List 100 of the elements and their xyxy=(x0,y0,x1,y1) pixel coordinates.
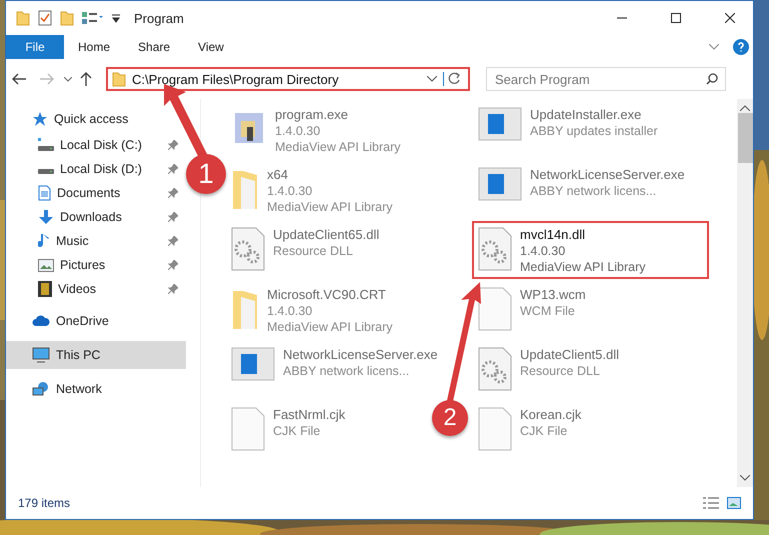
back-arrow-icon[interactable] xyxy=(12,73,26,85)
file-detail: Resource DLL xyxy=(520,363,601,379)
gears-file-icon xyxy=(478,227,512,271)
file-detail: 1.4.0.30 xyxy=(267,183,314,199)
file-item[interactable]: UpdateInstaller.exe ABBY updates installer xyxy=(472,101,666,159)
down-arrow-icon xyxy=(38,209,54,225)
maximize-icon xyxy=(671,13,681,23)
file-item[interactable]: Korean.cjk CJK File xyxy=(472,401,590,459)
file-detail: MediaView API Library xyxy=(267,199,393,215)
gears-file-icon xyxy=(231,227,265,271)
ribbon-tab[interactable]: Share xyxy=(124,35,184,59)
picture-icon xyxy=(38,258,54,272)
details-view-icon[interactable] xyxy=(703,497,719,509)
file-name: Microsoft.VC90.CRT xyxy=(267,287,387,303)
film-icon xyxy=(38,281,52,297)
search-field[interactable]: Search Program xyxy=(486,67,726,91)
file-item[interactable]: Microsoft.VC90.CRT 1.4.0.30 MediaView API Library xyxy=(225,281,401,339)
ribbon-tab[interactable]: Home xyxy=(64,35,124,59)
sidebar-item[interactable]: Quick access xyxy=(6,105,186,133)
sidebar-item[interactable]: Local Disk (D:) xyxy=(6,157,186,181)
file-detail: 1.4.0.30 xyxy=(520,243,566,259)
sidebar-item[interactable]: OneDrive xyxy=(6,307,186,335)
file-detail: CJK File xyxy=(273,423,322,439)
music-note-icon xyxy=(38,233,50,249)
file-name: NetworkLicenseServer.exe xyxy=(283,347,438,363)
file-detail: ABBY network licens... xyxy=(283,363,410,379)
window-icon xyxy=(231,347,275,381)
sidebar-item[interactable]: Pictures xyxy=(6,253,186,277)
file-name: mvcl14n.dll xyxy=(520,227,586,243)
pin-icon[interactable] xyxy=(168,260,178,270)
recent-caret-icon[interactable] xyxy=(64,76,72,82)
sidebar-item[interactable]: Music xyxy=(6,229,186,253)
network-icon xyxy=(32,381,50,397)
file-detail: Resource DLL xyxy=(273,243,354,259)
window-title: Program xyxy=(134,10,185,26)
scrollbar-thumb[interactable] xyxy=(738,113,752,163)
blank-file-icon xyxy=(478,407,512,451)
address-field[interactable]: C:\Program Files\Program Directory xyxy=(106,67,470,91)
chevron-down-icon[interactable] xyxy=(709,44,719,50)
computer-icon xyxy=(32,347,50,363)
file-detail: CJK File xyxy=(520,423,568,439)
properties-icon[interactable] xyxy=(82,11,104,25)
file-item[interactable]: x64 1.4.0.30 MediaView API Library xyxy=(225,161,401,219)
sidebar-item[interactable]: Downloads xyxy=(6,205,186,229)
scroll-up-icon[interactable] xyxy=(740,105,750,111)
gears-file-icon xyxy=(478,347,512,391)
ribbon-tab[interactable]: View xyxy=(184,35,238,59)
help-icon[interactable] xyxy=(733,39,749,55)
file-detail: MediaView API Library xyxy=(520,259,646,275)
file-name: NetworkLicenseServer.exe xyxy=(530,167,685,183)
window-icon xyxy=(478,107,522,141)
item-count: 179 items xyxy=(18,496,72,510)
sidebar-item[interactable]: This PC xyxy=(6,341,186,369)
file-menu-tab[interactable]: File xyxy=(6,35,64,59)
file-detail: 1.4.0.30 xyxy=(275,123,322,139)
pin-icon[interactable] xyxy=(168,164,178,174)
file-name: UpdateInstaller.exe xyxy=(530,107,642,123)
file-item[interactable]: NetworkLicenseServer.exe ABBY network licens... xyxy=(225,341,446,399)
scroll-down-icon[interactable] xyxy=(740,475,750,481)
file-name: FastNrml.cjk xyxy=(273,407,346,423)
file-item[interactable]: WP13.wcm WCM File xyxy=(472,281,594,339)
pin-icon[interactable] xyxy=(168,188,178,198)
drive-icon xyxy=(38,168,54,174)
folder-icon xyxy=(112,71,126,87)
file-item[interactable]: UpdateClient5.dll Resource DLL xyxy=(472,341,628,399)
blank-file-icon xyxy=(478,287,512,331)
pin-icon[interactable] xyxy=(168,236,178,246)
chevron-down-icon[interactable] xyxy=(427,76,437,82)
drive-icon xyxy=(38,138,54,152)
new-folder-icon xyxy=(60,10,74,26)
up-arrow-icon[interactable] xyxy=(80,72,92,86)
sidebar-item[interactable]: Local Disk (C:) xyxy=(6,133,186,157)
checklist-icon[interactable] xyxy=(38,10,52,26)
folder-icon xyxy=(16,10,30,26)
file-detail: ABBY updates installer xyxy=(530,123,658,139)
sidebar-item[interactable]: Videos xyxy=(6,277,186,301)
thumbnail-view-icon[interactable] xyxy=(727,497,741,509)
file-item[interactable]: FastNrml.cjk CJK File xyxy=(225,401,354,459)
pin-icon[interactable] xyxy=(168,140,178,150)
file-name: x64 xyxy=(267,167,289,183)
file-item[interactable]: mvcl14n.dll 1.4.0.30 MediaView API Library xyxy=(472,221,709,279)
file-detail: MediaView API Library xyxy=(267,319,393,335)
file-item[interactable]: NetworkLicenseServer.exe ABBY network licens... xyxy=(472,161,693,219)
file-name: UpdateClient5.dll xyxy=(520,347,620,363)
document-icon xyxy=(38,185,51,201)
file-name: UpdateClient65.dll xyxy=(273,227,380,243)
file-detail: MediaView API Library xyxy=(275,139,401,155)
sidebar-item[interactable]: Documents xyxy=(6,181,186,205)
customize-caret-icon[interactable] xyxy=(112,13,120,23)
star-icon xyxy=(32,111,48,127)
file-name: WP13.wcm xyxy=(520,287,586,303)
cloud-icon xyxy=(32,315,50,327)
file-item[interactable]: program.exe 1.4.0.30 MediaView API Library xyxy=(225,101,409,159)
window-icon xyxy=(478,167,522,201)
sidebar-item[interactable]: Network xyxy=(6,375,186,403)
pin-icon[interactable] xyxy=(168,212,178,222)
pin-icon[interactable] xyxy=(168,284,178,294)
file-detail: 1.4.0.30 xyxy=(267,303,314,319)
file-item[interactable]: UpdateClient65.dll Resource DLL xyxy=(225,221,388,279)
close-icon xyxy=(725,13,735,23)
